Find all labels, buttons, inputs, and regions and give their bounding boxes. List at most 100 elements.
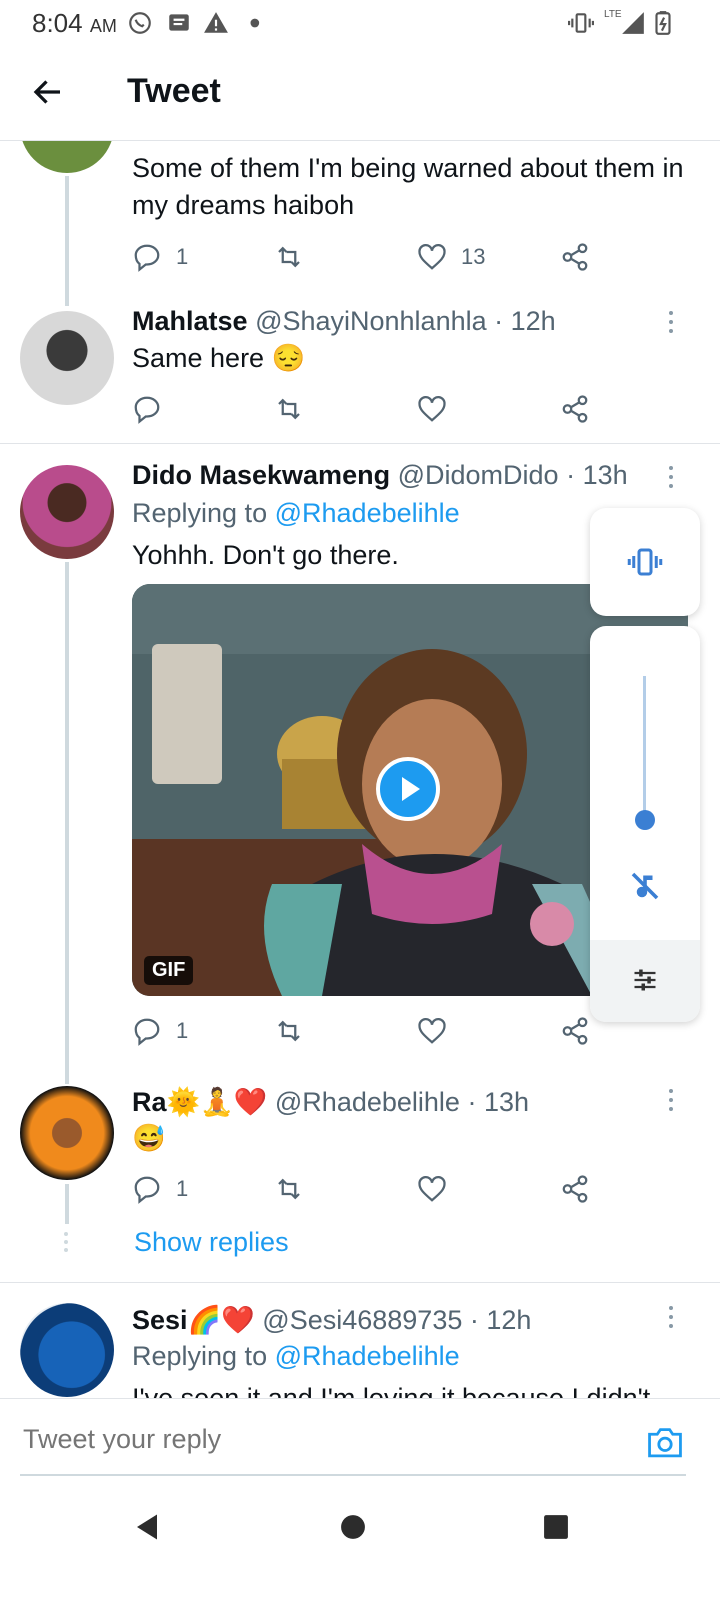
like-button[interactable]: 13 — [417, 239, 485, 275]
thread-line — [65, 176, 69, 306]
more-options-icon[interactable] — [666, 311, 676, 338]
signal-icon — [622, 12, 644, 34]
tweet-text: Some of them I'm being warned about them… — [132, 153, 684, 220]
system-nav-bar — [0, 1478, 720, 1600]
more-options-icon[interactable] — [666, 1306, 676, 1333]
tweet-time: · 13h — [566, 460, 628, 490]
user-handle[interactable]: @Sesi46889735 — [262, 1305, 462, 1335]
reply-icon — [134, 1176, 160, 1204]
tweet-text: Yohhh. Don't go there. — [132, 540, 399, 570]
tweet-header: Mahlatse @ShayiNonhlanhla · 12h — [132, 306, 556, 337]
tweet-header: Ra🌞🧘❤️ @Rhadebelihle · 13h — [132, 1086, 529, 1118]
heart-icon — [418, 396, 446, 422]
share-button[interactable] — [560, 1013, 590, 1049]
top-app-bar: Tweet — [0, 44, 720, 141]
reply-composer — [0, 1398, 720, 1477]
reply-icon — [134, 244, 160, 272]
volume-slider-thumb[interactable] — [635, 810, 655, 830]
vibrate-mode-button[interactable] — [590, 508, 700, 616]
retweet-icon — [278, 398, 300, 420]
user-name[interactable]: Mahlatse — [132, 306, 248, 336]
reply-count: 1 — [176, 1018, 189, 1043]
reply-icon — [134, 396, 160, 424]
retweet-button[interactable] — [274, 1171, 304, 1207]
volume-panel — [590, 626, 700, 1022]
avatar[interactable] — [20, 311, 114, 405]
tweet-time: · 13h — [467, 1087, 529, 1117]
status-time: 8:04 AM — [32, 8, 117, 38]
warning-icon — [204, 12, 228, 33]
play-icon — [402, 777, 420, 801]
nav-recents-icon[interactable] — [543, 1514, 569, 1540]
heart-icon — [418, 1176, 446, 1202]
page-title: Tweet — [127, 72, 221, 110]
replying-to: Replying to @Rhadebelihle — [132, 1341, 460, 1371]
tweet-header: Sesi🌈❤️ @Sesi46889735 · 12h — [132, 1304, 531, 1336]
nav-home-icon[interactable] — [340, 1514, 366, 1540]
status-bar: 8:04 AM LTE — [0, 0, 720, 44]
user-handle[interactable]: @ShayiNonhlanhla — [255, 306, 487, 336]
tweet-text: 😅 — [132, 1123, 166, 1153]
replying-to: Replying to @Rhadebelihle — [132, 498, 460, 528]
nav-back-icon[interactable] — [132, 1512, 162, 1542]
reply-button[interactable]: 1 — [132, 1171, 188, 1207]
reply-count: 1 — [176, 1176, 189, 1201]
divider — [0, 443, 720, 444]
share-icon — [562, 243, 588, 271]
like-button[interactable] — [417, 1171, 447, 1207]
camera-icon[interactable] — [646, 1425, 684, 1459]
mention-link[interactable]: @Rhadebelihle — [275, 1341, 460, 1371]
retweet-button[interactable] — [274, 1013, 304, 1049]
reply-count: 1 — [176, 244, 189, 269]
avatar[interactable] — [20, 1086, 114, 1180]
mention-link[interactable]: @Rhadebelihle — [275, 498, 460, 528]
volume-slider-track[interactable] — [643, 676, 646, 821]
show-replies-link[interactable]: Show replies — [134, 1227, 289, 1258]
avatar[interactable] — [20, 1303, 114, 1397]
thread-line — [65, 1184, 69, 1224]
tweet-actions: 1 — [132, 1013, 692, 1049]
retweet-button[interactable] — [274, 391, 304, 427]
user-name[interactable]: Ra🌞🧘❤️ — [132, 1087, 267, 1117]
message-icon — [169, 14, 189, 31]
like-button[interactable] — [417, 1013, 447, 1049]
more-options-icon[interactable] — [666, 1089, 676, 1116]
tune-settings-icon[interactable] — [631, 966, 659, 994]
user-name[interactable]: Sesi🌈❤️ — [132, 1305, 255, 1335]
share-icon — [562, 1017, 588, 1045]
share-button[interactable] — [560, 391, 590, 427]
reply-underline — [20, 1474, 686, 1476]
play-button[interactable] — [376, 757, 440, 821]
battery-icon — [655, 11, 671, 35]
music-off-icon[interactable] — [627, 868, 663, 904]
vibrate-icon — [568, 13, 594, 33]
volume-settings-area — [590, 940, 700, 1022]
tweet-actions: 1 13 — [132, 239, 692, 275]
user-handle[interactable]: @DidomDido — [398, 460, 559, 490]
more-options-icon[interactable] — [666, 466, 676, 493]
tweet-actions — [132, 391, 692, 427]
tweet-time: · 12h — [469, 1305, 532, 1335]
heart-icon — [418, 1018, 446, 1044]
reply-button[interactable]: 1 — [132, 239, 188, 275]
back-arrow-icon[interactable] — [30, 74, 66, 110]
avatar[interactable] — [20, 465, 114, 559]
share-icon — [562, 395, 588, 423]
share-icon — [562, 1175, 588, 1203]
reply-button[interactable] — [132, 391, 162, 427]
user-name[interactable]: Dido Masekwameng — [132, 460, 390, 490]
retweet-icon — [278, 1020, 300, 1042]
reply-input[interactable] — [21, 1423, 585, 1456]
thread-dots — [64, 1232, 70, 1252]
share-button[interactable] — [560, 239, 590, 275]
tweet-actions: 1 — [132, 1171, 692, 1207]
thread-line — [65, 562, 69, 1084]
network-label: LTE — [604, 9, 622, 20]
tweet-text: Same here 😔 — [132, 343, 306, 373]
user-handle[interactable]: @Rhadebelihle — [275, 1087, 460, 1117]
like-button[interactable] — [417, 391, 447, 427]
share-button[interactable] — [560, 1171, 590, 1207]
reply-button[interactable]: 1 — [132, 1013, 188, 1049]
retweet-button[interactable] — [274, 239, 304, 275]
avatar[interactable] — [20, 141, 114, 173]
